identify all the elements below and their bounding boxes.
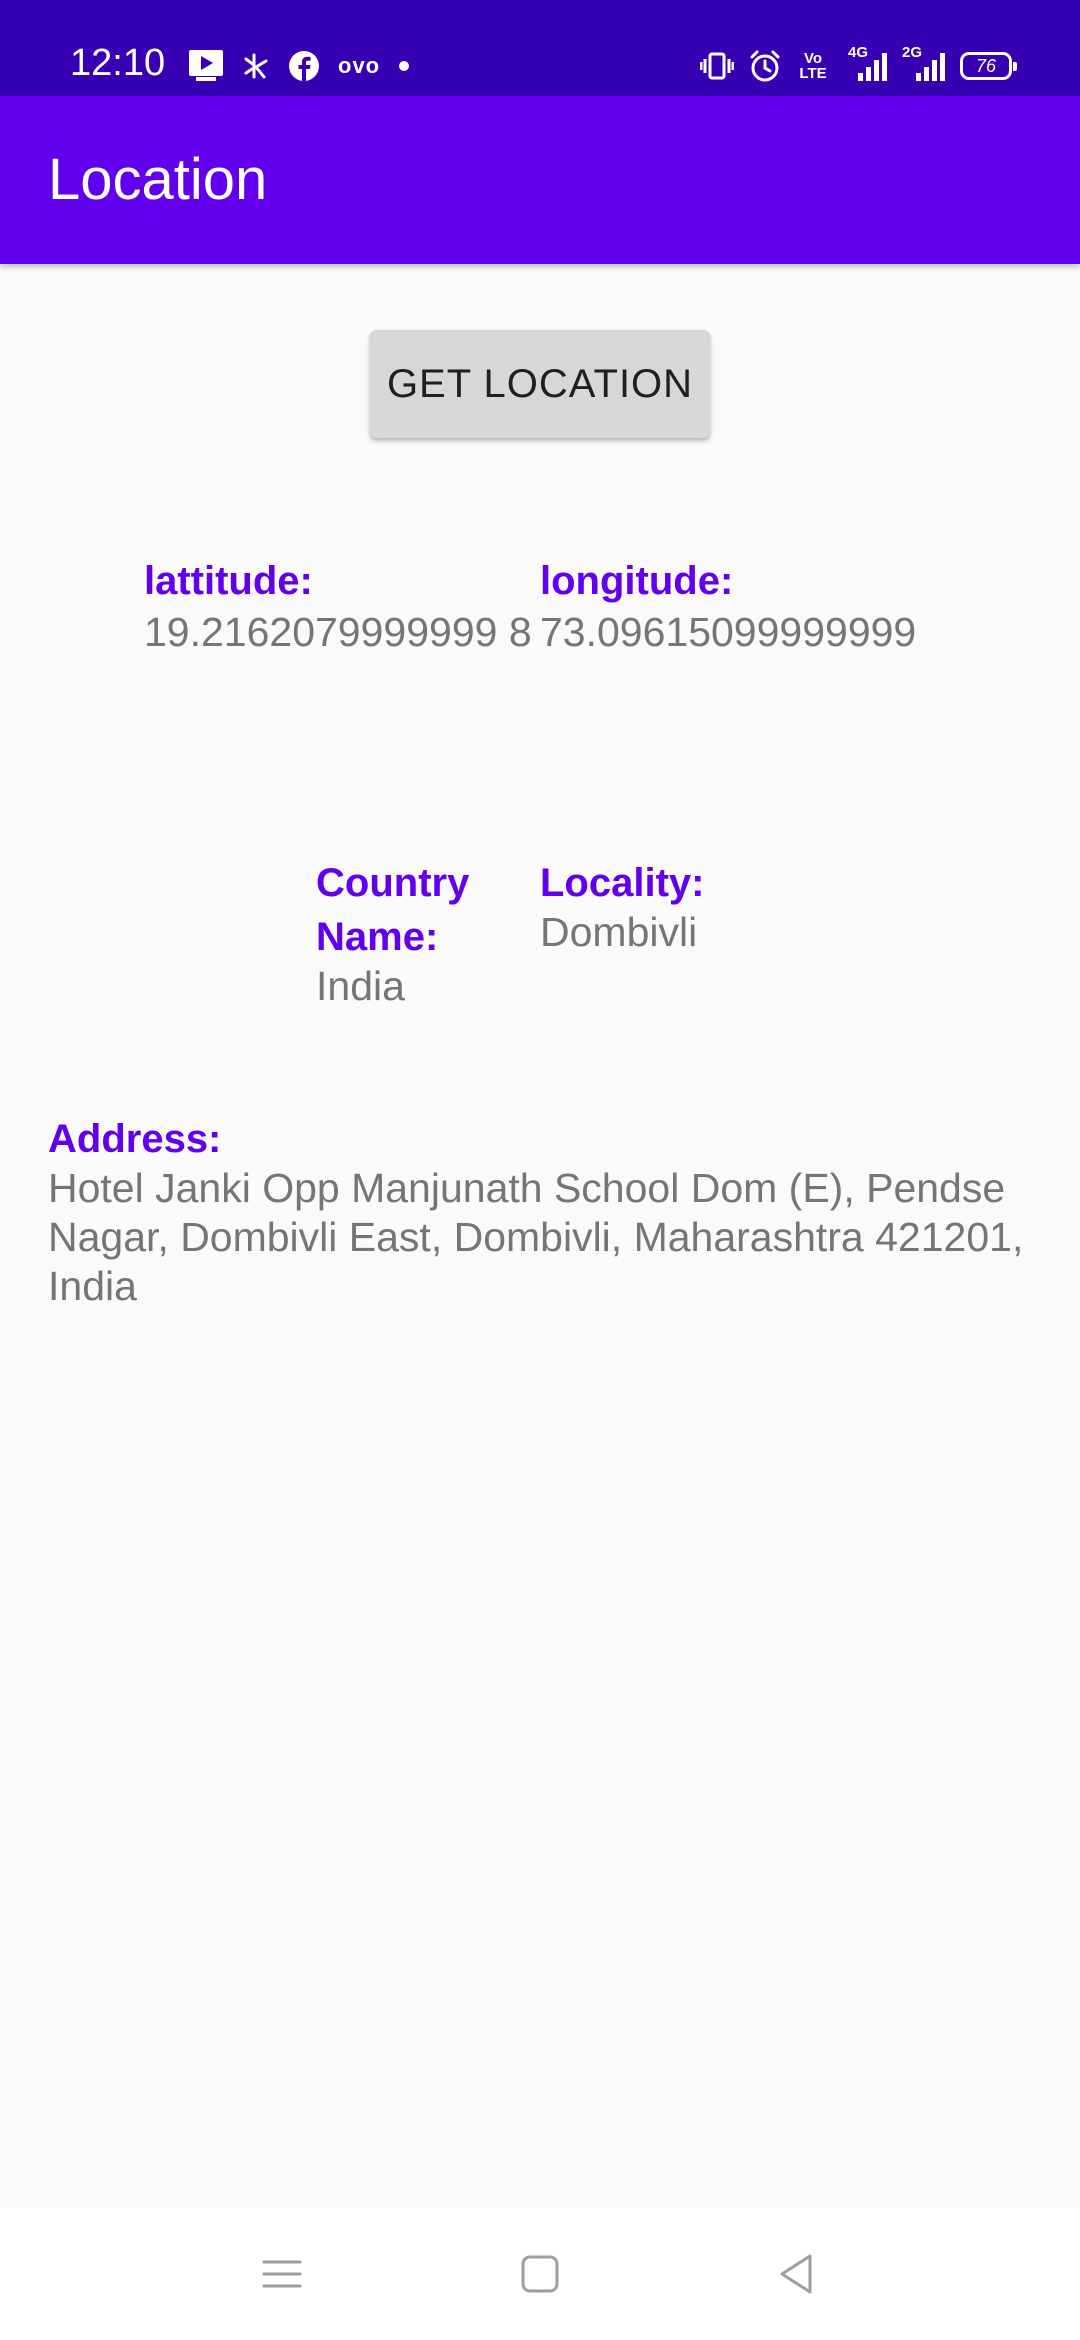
- vibrate-icon: [700, 50, 734, 82]
- back-button[interactable]: [766, 2244, 826, 2304]
- longitude-value: 73.09615099999999: [540, 609, 917, 655]
- volte-icon: Vo LTE: [799, 50, 827, 82]
- page-title: Location: [48, 147, 268, 212]
- longitude-label: longitude:: [540, 559, 734, 603]
- recent-apps-button[interactable]: [252, 2244, 312, 2304]
- network-4g-label: 4G: [848, 44, 869, 61]
- more-notifications-dot-icon: [398, 60, 410, 72]
- signal-2g-icon: 2G: [902, 45, 946, 83]
- country-name-label-line2: Name:: [316, 915, 439, 959]
- app-bar: Location: [0, 96, 1080, 264]
- address-line-2: Nagar, Dombivli East, Dombivli, Maharash…: [48, 1214, 1024, 1260]
- country-value: India: [316, 963, 405, 1009]
- latitude-label: lattitude:: [144, 559, 313, 603]
- menu-icon: [262, 2260, 302, 2288]
- country-name-label-line1: Country: [316, 861, 470, 905]
- get-location-button[interactable]: GET LOCATION: [370, 330, 710, 438]
- home-button[interactable]: [510, 2244, 570, 2304]
- notification-icons: ovo: [188, 46, 410, 86]
- system-status-icons: Vo LTE 4G 2G 76: [700, 45, 1017, 86]
- app-notification-icon: [242, 51, 270, 81]
- battery-icon: 76: [960, 52, 1017, 80]
- status-time: 12:10: [70, 42, 166, 84]
- video-notification-icon: [188, 49, 224, 83]
- signal-4g-icon: 4G: [844, 45, 888, 83]
- network-2g-label: 2G: [902, 44, 923, 61]
- address-label: Address:: [48, 1117, 222, 1161]
- ovo-icon: ovo: [338, 53, 381, 78]
- latitude-value: 19.2162079999999 8: [144, 609, 532, 655]
- status-bar: 12:10 ovo Vo LTE 4G 2G 76: [0, 0, 1080, 96]
- home-square-icon: [521, 2255, 559, 2293]
- address-line-3: India: [48, 1263, 137, 1309]
- locality-value: Dombivli: [540, 909, 698, 955]
- system-navigation-bar: [0, 2208, 1080, 2340]
- alarm-icon: [748, 49, 782, 83]
- facebook-icon: [288, 50, 320, 82]
- back-triangle-icon: [780, 2254, 812, 2294]
- address-line-1: Hotel Janki Opp Manjunath School Dom (E)…: [48, 1165, 1006, 1211]
- locality-label: Locality:: [540, 861, 705, 905]
